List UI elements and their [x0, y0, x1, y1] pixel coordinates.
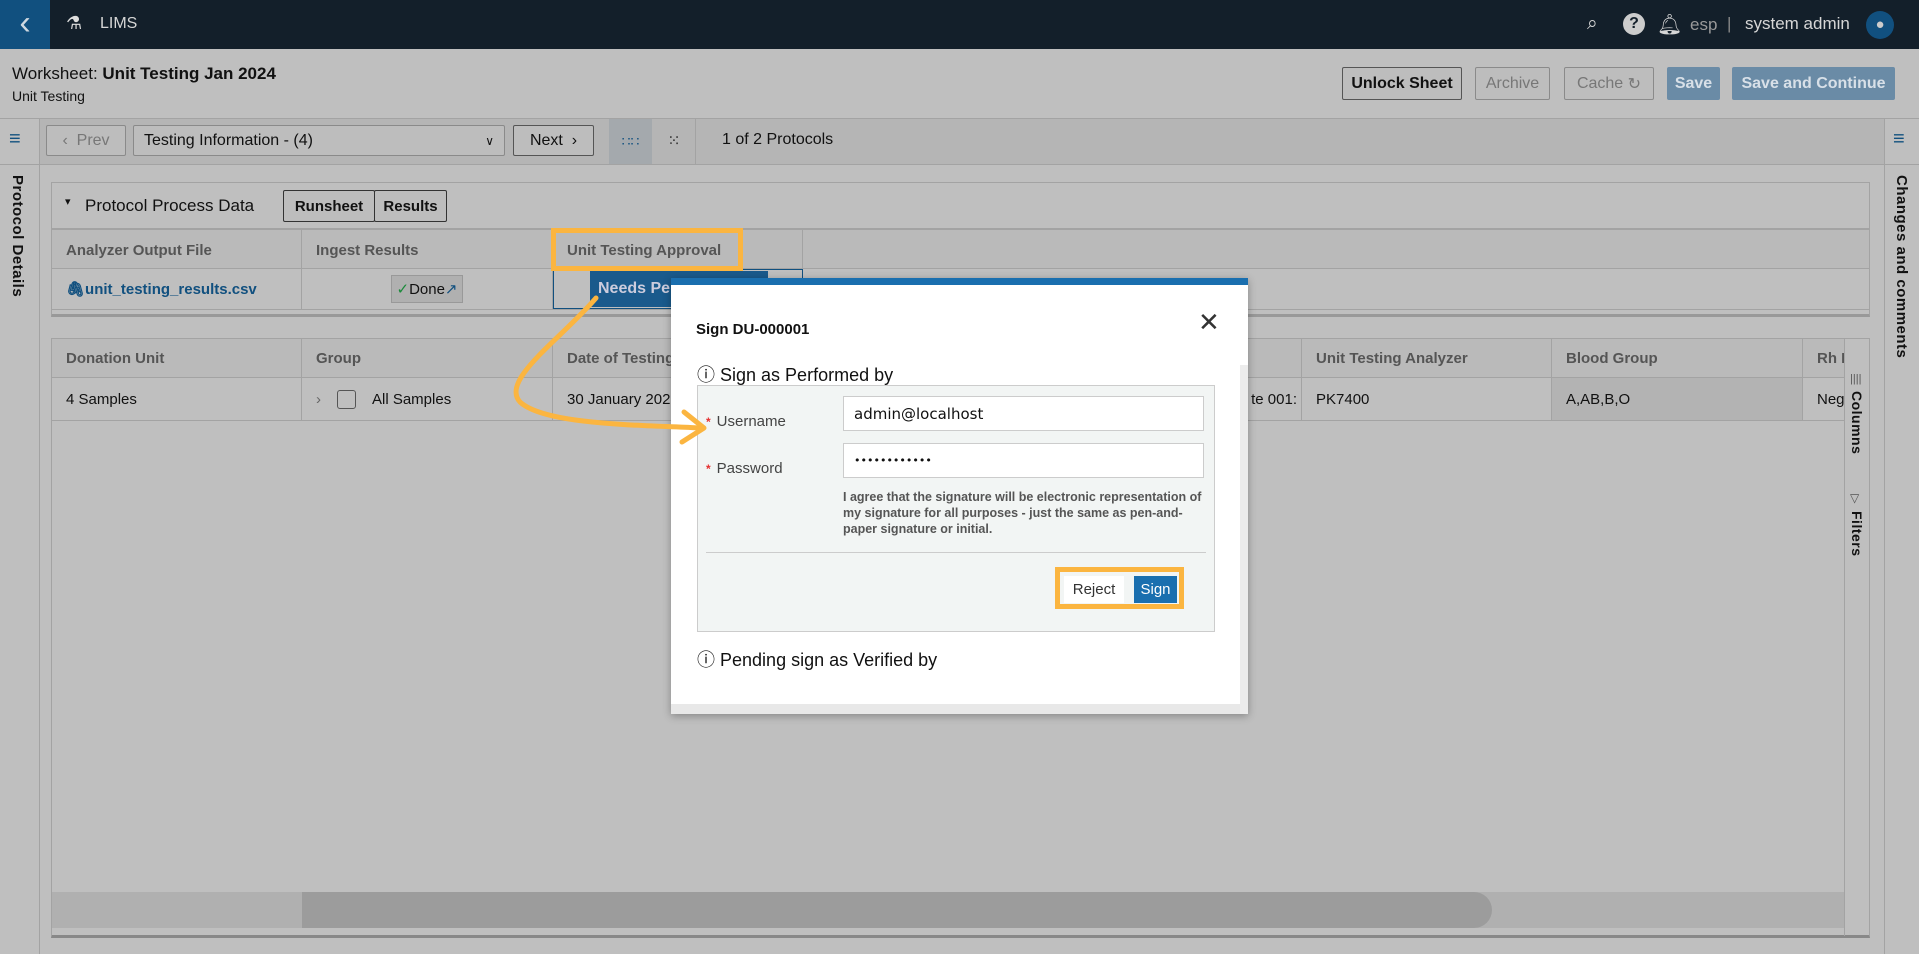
changes-comments-tab[interactable]: Changes and comments — [1893, 175, 1910, 358]
protocol-select[interactable]: Testing Information - (4) ∨ — [133, 125, 505, 156]
group-label: All Samples — [372, 390, 452, 408]
section-performed-by: ⓘ Sign as Performed by — [697, 361, 893, 387]
column-header: Group — [302, 339, 553, 377]
bell-icon[interactable]: 🔔︎ — [1657, 12, 1682, 37]
columns-icon: |||| — [1850, 373, 1862, 385]
highlight-box — [1055, 567, 1184, 609]
refresh-icon: ↻ — [1627, 75, 1642, 93]
language-link[interactable]: esp — [1690, 15, 1717, 35]
done-badge[interactable]: ✓Done↗ — [391, 275, 463, 303]
help-icon[interactable]: ? — [1623, 13, 1645, 35]
rh-cell: Neg — [1817, 390, 1844, 408]
info-icon: ⓘ — [697, 650, 715, 670]
prev-label: Prev — [76, 131, 110, 149]
divider — [706, 552, 1206, 553]
cache-button[interactable]: Cache ↻ — [1564, 67, 1654, 100]
divider — [39, 118, 40, 954]
external-link-icon: ↗ — [444, 281, 458, 298]
password-input[interactable]: •••••••••••• — [843, 443, 1204, 478]
unlock-sheet-button[interactable]: Unlock Sheet — [1342, 67, 1462, 100]
top-bar: ‹ ⚗ LIMS ⌕ ? 🔔︎ esp | system admin ● — [0, 0, 1919, 49]
highlight-box — [551, 228, 743, 271]
table-header: Analyzer Output File Ingest Results Unit… — [52, 228, 1869, 270]
expand-chevron-icon[interactable]: › — [316, 391, 321, 408]
chevron-right-icon: › — [562, 131, 578, 149]
row-checkbox[interactable] — [337, 389, 356, 409]
info-icon: ⓘ — [697, 365, 715, 385]
archive-button[interactable]: Archive — [1475, 67, 1550, 100]
column-header: Blood Group — [1552, 339, 1803, 377]
divider — [0, 164, 1919, 165]
close-icon[interactable]: ✕ — [1198, 307, 1220, 338]
paperclip-icon: 🖇︎ — [66, 281, 86, 298]
grid-view-toggle[interactable]: ⁙ — [653, 119, 696, 164]
dialog-title: Sign DU-000001 — [696, 321, 810, 338]
grid-view-toggle[interactable]: ∷∷ — [609, 119, 652, 164]
chevron-down-icon: ∨ — [485, 133, 494, 148]
file-name: unit_testing_results.csv — [85, 280, 257, 298]
group-cell: › All Samples — [302, 378, 553, 420]
password-label: * Password — [706, 460, 783, 477]
section-title: Sign as Performed by — [720, 365, 894, 385]
column-header: Ingest Results — [302, 230, 553, 270]
blood-group-cell: A,AB,B,O — [1552, 378, 1803, 420]
app-title: LIMS — [100, 15, 138, 32]
section-title: Pending sign as Verified by — [720, 650, 938, 670]
back-chevron-icon[interactable]: ‹ — [0, 0, 50, 49]
username-input[interactable]: admin@localhost — [843, 396, 1204, 431]
page-title: Worksheet: Unit Testing Jan 2024 — [12, 64, 276, 84]
divider — [1884, 118, 1885, 954]
dialog-footer — [671, 704, 1240, 714]
worksheet-label: Worksheet: — [12, 64, 98, 83]
sign-dialog: Sign DU-000001 ✕ ⓘ Sign as Performed by … — [671, 278, 1248, 714]
avatar[interactable]: ● — [1866, 11, 1894, 39]
left-panel-toggle-icon[interactable]: ≡ — [9, 128, 21, 151]
scrollbar-thumb[interactable] — [302, 892, 1492, 928]
worksheet-name: Unit Testing Jan 2024 — [102, 64, 276, 83]
save-button[interactable]: Save — [1667, 67, 1720, 100]
columns-tab[interactable]: Columns — [1849, 391, 1865, 454]
done-label: Done — [409, 281, 445, 298]
analyzer-cell: PK7400 — [1302, 378, 1552, 420]
right-panel-toggle-icon[interactable]: ≡ — [1893, 128, 1905, 151]
horizontal-scrollbar[interactable] — [52, 892, 1844, 928]
section-verified-by: ⓘ Pending sign as Verified by — [697, 646, 937, 672]
collapse-triangle-icon[interactable]: ▾ — [65, 195, 71, 208]
filter-icon: ▽ — [1850, 491, 1860, 505]
check-icon: ✓ — [396, 281, 410, 298]
search-icon[interactable]: ⌕ — [1587, 13, 1598, 35]
column-header: Unit Testing Analyzer — [1302, 339, 1552, 377]
row-grid-icon: ∷∷ — [621, 133, 640, 149]
divider: | — [1727, 14, 1732, 33]
page-subtitle: Unit Testing — [12, 88, 85, 104]
protocol-count: 1 of 2 Protocols — [722, 131, 834, 148]
next-label: Next — [529, 131, 563, 149]
column-header: Rh I — [1817, 349, 1844, 367]
flask-icon: ⚗ — [66, 13, 83, 33]
user-name[interactable]: system admin — [1745, 14, 1850, 34]
donation-unit-cell: 4 Samples — [52, 378, 302, 420]
filters-tab[interactable]: Filters — [1849, 511, 1865, 557]
protocol-details-tab[interactable]: Protocol Details — [9, 175, 26, 297]
select-value: Testing Information - (4) — [144, 131, 313, 149]
tab-runsheet[interactable]: Runsheet — [283, 190, 375, 222]
dialog-scrollbar[interactable] — [1240, 365, 1248, 714]
grid-icon: ⁙ — [667, 133, 681, 150]
file-link[interactable]: 🖇︎ unit_testing_results.csv — [52, 269, 302, 309]
grid-side-panel: |||| Columns ▽ Filters — [1844, 339, 1869, 936]
agreement-text: I agree that the signature will be elect… — [843, 490, 1202, 536]
save-and-continue-button[interactable]: Save and Continue — [1732, 67, 1895, 100]
next-button[interactable]: Next › — [513, 125, 594, 156]
panel-title: Protocol Process Data — [85, 196, 255, 215]
tab-results[interactable]: Results — [374, 190, 447, 222]
cache-label: Cache — [1576, 74, 1624, 92]
chevron-left-icon: ‹ — [62, 131, 77, 149]
column-header: Analyzer Output File — [52, 230, 302, 270]
column-header: Donation Unit — [52, 339, 302, 377]
username-label: * Username — [706, 413, 786, 430]
prev-button[interactable]: ‹ Prev — [46, 125, 126, 156]
